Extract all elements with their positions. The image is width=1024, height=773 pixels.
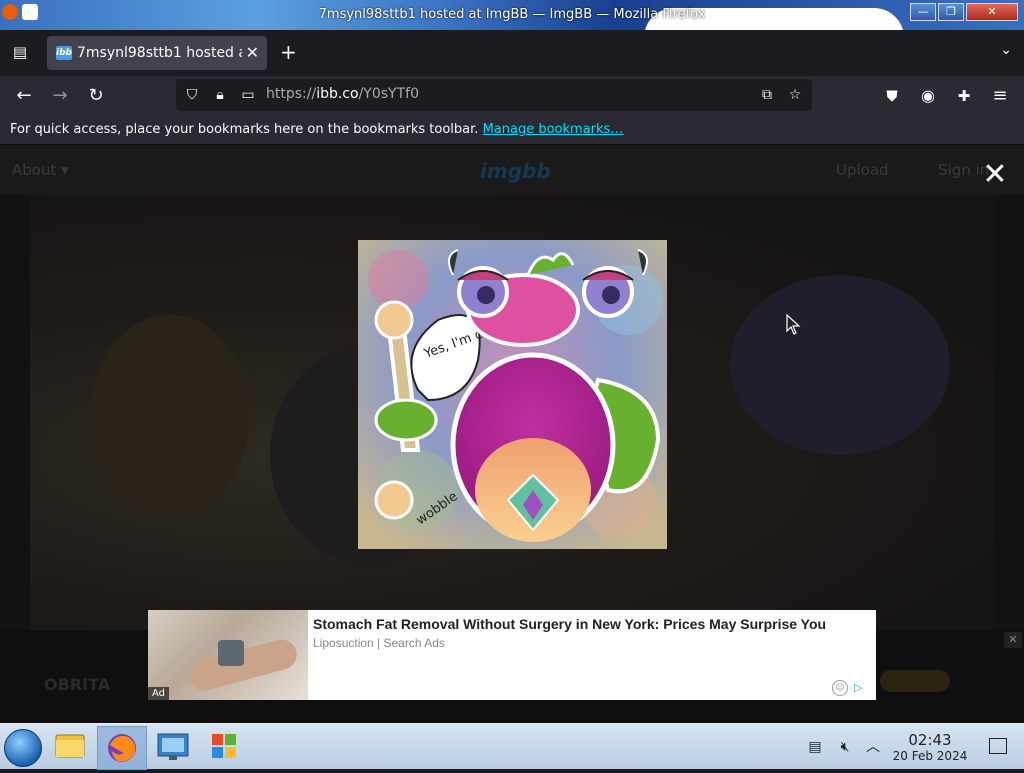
- firefox-taskbar-item[interactable]: [97, 726, 147, 770]
- site-header: About ▾ imgbb Upload Sign in: [0, 145, 1024, 195]
- clock-time: 02:43: [908, 731, 952, 749]
- navigation-toolbar: ← → ↻ ⛉ 🔒︎ ▭ https://ibb.co/Y0sYTf0 ⧉ ☆ …: [0, 76, 1024, 116]
- pocket-icon[interactable]: ⛊: [880, 84, 904, 108]
- firefox-icon: [108, 734, 136, 762]
- lock-icon[interactable]: 🔒︎: [211, 86, 229, 104]
- maximize-button[interactable]: ❐: [938, 3, 964, 21]
- bookmark-star-icon[interactable]: ☆: [786, 86, 804, 104]
- show-desktop-icon[interactable]: [989, 738, 1007, 754]
- url-text[interactable]: https://ibb.co/Y0sYTf0: [266, 86, 419, 102]
- url-host: ibb.co: [316, 86, 359, 102]
- start-button-icon[interactable]: [4, 729, 42, 767]
- tab-bar: ▤ ibb 7msynl98sttb1 hosted at ImgBB ✕ + …: [0, 30, 1024, 76]
- lightbox-close-icon[interactable]: ✕: [982, 160, 1008, 190]
- ad-banner[interactable]: Ad Stomach Fat Removal Without Surgery i…: [148, 610, 876, 700]
- bookmarks-hint-text: For quick access, place your bookmarks h…: [10, 122, 479, 137]
- tab-close-icon[interactable]: ✕: [246, 43, 259, 62]
- volume-muted-icon[interactable]: 🔇︎: [836, 738, 854, 756]
- control-panel-taskbar-item[interactable]: [149, 726, 197, 768]
- monster-artwork: Yes, I'm chubby. And? wobble: [358, 240, 667, 549]
- bg-shape: [90, 315, 250, 515]
- url-path: /Y0sYTf0: [358, 86, 419, 102]
- windows-taskbar-item[interactable]: [200, 726, 248, 768]
- firefox-view-icon[interactable]: ▤: [10, 42, 30, 62]
- window-controls: — ❐ ✕: [910, 3, 1018, 21]
- tab-active[interactable]: ibb 7msynl98sttb1 hosted at ImgBB ✕: [47, 36, 267, 70]
- folder-icon: [55, 734, 85, 758]
- window-title: 7msynl98sttb1 hosted at ImgBB — ImgBB — …: [318, 7, 706, 22]
- back-icon[interactable]: ←: [12, 84, 36, 108]
- list-all-tabs-icon[interactable]: ⌄: [1000, 42, 1012, 58]
- tray-expand-chevron-icon[interactable]: ︿: [864, 738, 882, 756]
- monitor-icon: [157, 733, 189, 760]
- clock-date: 20 Feb 2024: [892, 749, 968, 763]
- file-manager-taskbar-item[interactable]: [46, 726, 94, 768]
- ad-headline[interactable]: Stomach Fat Removal Without Surgery in N…: [313, 616, 826, 632]
- monster-illustration[interactable]: Yes, I'm chubby. And? wobble: [358, 240, 667, 549]
- tracking-protection-shield-icon[interactable]: ⛉: [183, 86, 201, 104]
- window-titlebar: 7msynl98sttb1 hosted at ImgBB — ImgBB — …: [0, 0, 1024, 30]
- permissions-icon[interactable]: ▭: [239, 86, 257, 104]
- ad-choices[interactable]: ☺ ▷: [832, 680, 868, 696]
- manage-bookmarks-link[interactable]: Manage bookmarks…: [483, 122, 624, 137]
- upload-button[interactable]: Upload: [836, 161, 889, 179]
- ad-image[interactable]: Ad: [148, 610, 308, 700]
- close-window-button[interactable]: ✕: [966, 3, 1018, 21]
- imgbb-logo[interactable]: imgbb: [480, 159, 551, 183]
- account-icon[interactable]: ◉: [916, 84, 940, 108]
- bookmarks-empty-message: For quick access, place your bookmarks h…: [10, 122, 623, 137]
- forward-icon[interactable]: →: [48, 84, 72, 108]
- new-tab-icon[interactable]: +: [280, 42, 297, 62]
- about-menu[interactable]: About ▾: [12, 161, 69, 179]
- ad-image-device: [218, 640, 244, 666]
- minimize-button[interactable]: —: [910, 3, 936, 21]
- adchoices-icon[interactable]: ▷: [854, 682, 868, 694]
- url-protocol: https://: [266, 86, 317, 102]
- imgbb-favicon-icon: ibb: [56, 46, 72, 60]
- picture-in-picture-icon[interactable]: ⧉: [758, 86, 776, 104]
- url-bar[interactable]: ⛉ 🔒︎ ▭ https://ibb.co/Y0sYTf0 ⧉ ☆: [176, 79, 812, 111]
- clipboard-icon[interactable]: ▤: [806, 738, 824, 756]
- ad-source: Liposuction | Search Ads: [313, 636, 445, 650]
- ad-feedback-icon[interactable]: ☺: [832, 680, 848, 696]
- follow-pill[interactable]: [880, 670, 950, 692]
- mouse-cursor-icon: [786, 314, 801, 335]
- windows-flag-icon: [212, 734, 236, 758]
- ad-label: Ad: [148, 687, 170, 700]
- reload-icon[interactable]: ↻: [84, 84, 108, 108]
- menu-icon[interactable]: ≡: [988, 84, 1012, 108]
- system-clock[interactable]: 02:43 20 Feb 2024: [892, 731, 968, 763]
- tab-title: 7msynl98sttb1 hosted at ImgBB: [77, 45, 242, 61]
- os-taskbar: ▤ 🔇︎ ︿ 02:43 20 Feb 2024: [0, 723, 1024, 770]
- extensions-icon[interactable]: ✚: [952, 84, 976, 108]
- bg-shape: [730, 275, 950, 455]
- ad-close-icon[interactable]: ✕: [1004, 632, 1022, 648]
- uploader-credit: OBRITA: [44, 675, 111, 694]
- bookmarks-toolbar: For quick access, place your bookmarks h…: [0, 116, 1024, 145]
